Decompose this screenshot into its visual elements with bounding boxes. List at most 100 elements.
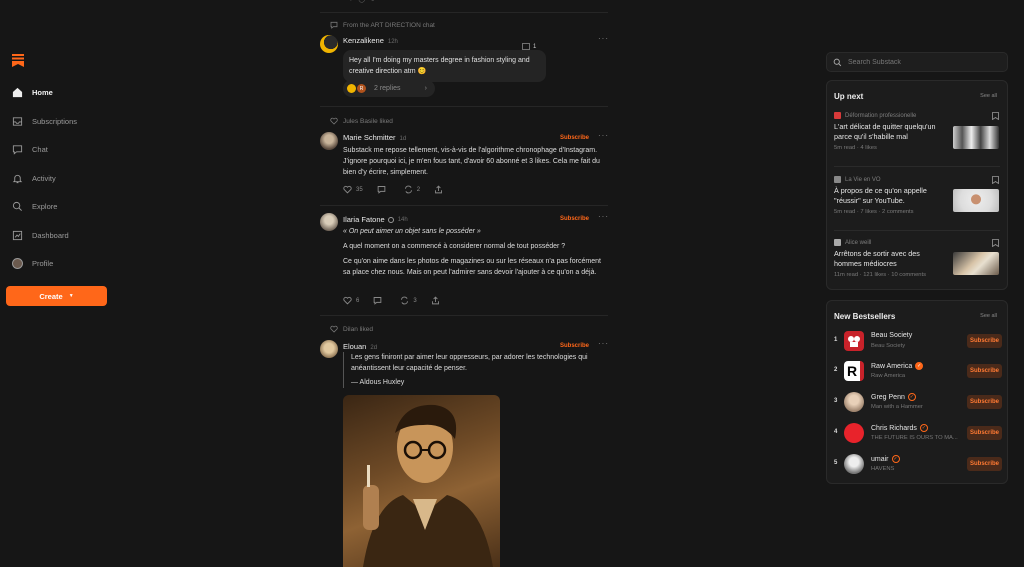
like-button[interactable]: 35	[343, 185, 363, 194]
comment-button[interactable]	[377, 185, 390, 194]
bestseller-row[interactable]: 4 Chris Richards ✓ THE FUTURE IS OURS TO …	[834, 423, 1002, 445]
publication-logo	[844, 331, 864, 351]
inbox-icon	[12, 116, 23, 126]
dashboard-icon	[12, 230, 23, 240]
bestseller-badge-icon: ✓	[907, 393, 916, 401]
chevron-down-icon: ▼	[68, 293, 74, 299]
article-thumbnail	[953, 252, 999, 275]
rank: 3	[834, 398, 838, 404]
avatar	[347, 84, 356, 93]
article-title: L'art délicat de quitter quelqu'un parce…	[834, 122, 936, 141]
rank: 4	[834, 429, 838, 435]
nav-item-chat[interactable]: Chat	[12, 141, 48, 157]
more-options-icon[interactable]: ···	[598, 339, 609, 348]
heart-icon	[330, 117, 338, 125]
article-thumbnail	[953, 189, 999, 212]
comment-icon	[377, 186, 386, 194]
chat-icon	[330, 21, 338, 29]
bookmark-icon[interactable]	[992, 112, 999, 120]
like-count: 35	[356, 186, 363, 193]
avatar[interactable]	[320, 132, 338, 150]
bestseller-row[interactable]: 3 Greg Penn ✓ Man with a Hammer Subscribe	[834, 392, 1002, 414]
subscribe-button[interactable]: Subscribe	[967, 364, 1002, 378]
create-button[interactable]: Create ▼	[6, 286, 107, 306]
previous-post-actions: ♡ ◯ ↻	[348, 0, 376, 3]
avatar[interactable]	[320, 213, 338, 231]
post-text: Ce qu'on aime dans les photos de magazin…	[343, 258, 601, 276]
author-name[interactable]: Ilaria Fatone	[343, 215, 385, 224]
chevron-right-icon: ›	[424, 85, 427, 92]
see-all-link[interactable]: See all	[980, 93, 997, 99]
quote-text: Les gens finiront par aimer leur oppress…	[351, 354, 588, 372]
divider	[320, 315, 608, 316]
article-title: À propos de ce qu'on appelle "réussir" s…	[834, 186, 927, 205]
author-name[interactable]: Marie Schmitter	[343, 133, 396, 142]
rank: 1	[834, 337, 838, 343]
comment-button[interactable]	[373, 296, 386, 305]
post-context: Jules Basile liked	[330, 117, 393, 125]
nav-item-subscriptions[interactable]: Subscriptions	[12, 113, 77, 129]
bookmark-icon[interactable]	[992, 176, 999, 184]
subscribe-button[interactable]: Subscribe	[967, 395, 1002, 409]
see-all-link[interactable]: See all	[980, 313, 997, 319]
publication-logo	[844, 392, 864, 412]
nav-item-activity[interactable]: Activity	[12, 170, 56, 186]
more-options-icon[interactable]: ···	[598, 34, 609, 43]
avatar[interactable]	[320, 340, 338, 358]
bell-icon	[12, 174, 23, 183]
subscribe-link[interactable]: Subscribe	[560, 216, 589, 222]
publication-name: umair	[871, 455, 889, 463]
avatar[interactable]	[320, 35, 338, 53]
publication-subtitle: HAVENS	[871, 466, 895, 472]
nav-item-label: Home	[32, 87, 53, 97]
publication-icon	[834, 112, 841, 119]
replies-label: 2 replies	[374, 85, 401, 92]
post-context: From the ART DIRECTION chat	[330, 21, 435, 29]
bestseller-row[interactable]: 1 Beau Society Beau Society Subscribe	[834, 331, 1002, 353]
create-label: Create	[39, 291, 63, 301]
divider	[834, 166, 1000, 167]
author-name[interactable]: Kenzalikene	[343, 36, 384, 45]
bestsellers-card: New Bestsellers See all 1 Beau Society B…	[826, 300, 1008, 484]
bestseller-row[interactable]: 2 R Raw America ✓ Raw America Subscribe	[834, 361, 1002, 383]
share-button[interactable]	[434, 185, 443, 194]
restack-count: 3	[413, 297, 417, 304]
publication-name: Raw America	[871, 362, 913, 370]
subscribe-button[interactable]: Subscribe	[967, 334, 1002, 348]
replies-button[interactable]: R 2 replies ›	[343, 80, 435, 97]
subscribe-button[interactable]: Subscribe	[967, 457, 1002, 471]
article-title: Arrêtons de sortir avec des hommes médio…	[834, 249, 920, 268]
comment-icon	[374, 297, 382, 305]
bestseller-badge-icon: ✓	[919, 424, 928, 432]
post-image[interactable]	[343, 395, 500, 567]
restack-button[interactable]: 2	[404, 185, 420, 194]
bookmark-icon[interactable]	[992, 239, 999, 247]
nav-item-dashboard[interactable]: Dashboard	[12, 227, 69, 243]
nav-item-label: Chat	[32, 144, 48, 154]
search-input[interactable]	[848, 58, 998, 66]
timestamp: 2d	[370, 345, 378, 351]
publication-subtitle: THE FUTURE IS OURS TO MA...	[871, 435, 958, 441]
search-bar[interactable]	[826, 52, 1008, 72]
more-options-icon[interactable]: ···	[598, 131, 609, 140]
post-header: Marie Schmitter 1d	[343, 133, 406, 142]
restack-button[interactable]: 3	[400, 296, 417, 305]
post-header: Kenzalikene 12h	[343, 36, 398, 45]
like-button[interactable]: 6	[343, 296, 359, 305]
publication-subtitle: Beau Society	[871, 343, 906, 349]
bestseller-row[interactable]: 5 umair ✓ HAVENS Subscribe	[834, 454, 1002, 476]
context-text: From the ART DIRECTION chat	[343, 21, 435, 29]
nav-item-profile[interactable]: Profile	[12, 255, 53, 271]
reaction-badge[interactable]: 1	[522, 43, 536, 50]
subscribe-link[interactable]: Subscribe	[560, 135, 589, 141]
subscribe-link[interactable]: Subscribe	[560, 343, 589, 349]
substack-logo[interactable]	[12, 54, 24, 67]
nav-item-home[interactable]: Home	[12, 84, 53, 100]
subscribe-button[interactable]: Subscribe	[967, 426, 1002, 440]
home-icon	[12, 87, 23, 97]
author-name[interactable]: Elouan	[343, 342, 366, 351]
nav-item-explore[interactable]: Explore	[12, 198, 57, 214]
share-button[interactable]	[431, 296, 440, 305]
more-options-icon[interactable]: ···	[598, 212, 609, 221]
card-title: New Bestsellers	[834, 312, 896, 321]
